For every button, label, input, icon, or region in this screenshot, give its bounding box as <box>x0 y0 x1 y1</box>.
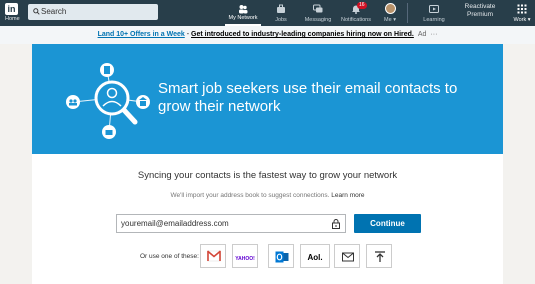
avatar <box>385 3 396 14</box>
top-nav: in Home Search My Network Jobs Messaging <box>0 0 535 26</box>
search-placeholder: Search <box>41 7 67 16</box>
sync-contacts-card: Smart job seekers use their email contac… <box>32 44 503 284</box>
upload-button[interactable] <box>366 244 392 268</box>
notification-badge: 16 <box>357 2 367 9</box>
ad-text[interactable]: Get introduced to industry-leading compa… <box>191 31 414 38</box>
continue-button[interactable]: Continue <box>354 214 421 233</box>
aol-button[interactable]: Aol. <box>300 244 330 268</box>
or-use-label: Or use one of these: <box>140 253 199 260</box>
ad-tag: Ad <box>417 31 427 38</box>
outlook-icon <box>275 251 289 263</box>
ad-link[interactable]: Land 10+ Offers in a Week <box>98 31 185 38</box>
chat-icon <box>313 4 323 13</box>
outlook-button[interactable] <box>268 244 294 268</box>
gmail-button[interactable] <box>200 244 226 268</box>
email-value: youremail@emailaddress.com <box>121 219 229 228</box>
nav-label: Work ▾ <box>513 17 531 23</box>
briefcase-icon <box>277 4 285 13</box>
yahoo-logo: YAHOO! <box>235 256 255 262</box>
linkedin-logo[interactable]: in <box>5 3 18 15</box>
people-icon <box>239 5 248 14</box>
search-input[interactable]: Search <box>28 4 158 20</box>
ad-banner: Land 10+ Offers in a Week - Get introduc… <box>0 26 535 44</box>
home-label[interactable]: Home <box>5 16 20 22</box>
envelope-icon <box>342 252 354 262</box>
nav-label: Messaging <box>304 17 332 23</box>
hero-headline: Smart job seekers use their email contac… <box>158 80 458 115</box>
yahoo-button[interactable]: YAHOO! <box>232 244 258 268</box>
email-provider-button[interactable] <box>334 244 360 268</box>
nav-label: Jobs <box>275 17 287 23</box>
search-icon <box>33 8 40 15</box>
reactivate-premium-link[interactable]: Reactivate Premium <box>455 3 505 19</box>
nav-divider <box>407 3 408 23</box>
learn-more-link[interactable]: Learn more <box>331 192 364 199</box>
sync-note-text: We'll import your address book to sugges… <box>170 192 330 199</box>
email-field[interactable]: youremail@emailaddress.com <box>116 214 346 233</box>
grid-icon <box>517 4 527 14</box>
lock-icon <box>332 219 340 229</box>
nav-label: My Network <box>228 15 258 21</box>
nav-me[interactable]: Me ▾ <box>378 0 402 26</box>
nav-jobs[interactable]: Jobs <box>268 0 294 26</box>
nav-my-network[interactable]: My Network <box>225 0 261 26</box>
nav-messaging[interactable]: Messaging <box>302 0 334 26</box>
nav-learning[interactable]: Learning <box>418 0 450 26</box>
nav-label: Learning <box>423 17 445 23</box>
play-icon <box>429 5 439 13</box>
nav-label: Me ▾ <box>384 17 396 23</box>
gmail-icon <box>207 250 221 262</box>
network-illustration <box>66 63 150 139</box>
aol-logo: Aol. <box>307 253 323 262</box>
ad-more-button[interactable]: ··· <box>430 31 437 38</box>
nav-notifications[interactable]: 16 Notifications <box>338 0 374 26</box>
hero-banner: Smart job seekers use their email contac… <box>32 44 503 154</box>
nav-label: Notifications <box>341 17 371 23</box>
nav-work[interactable]: Work ▾ <box>510 0 534 26</box>
sync-note: We'll import your address book to sugges… <box>32 192 503 199</box>
sync-title: Syncing your contacts is the fastest way… <box>137 170 398 181</box>
upload-icon <box>375 251 385 262</box>
